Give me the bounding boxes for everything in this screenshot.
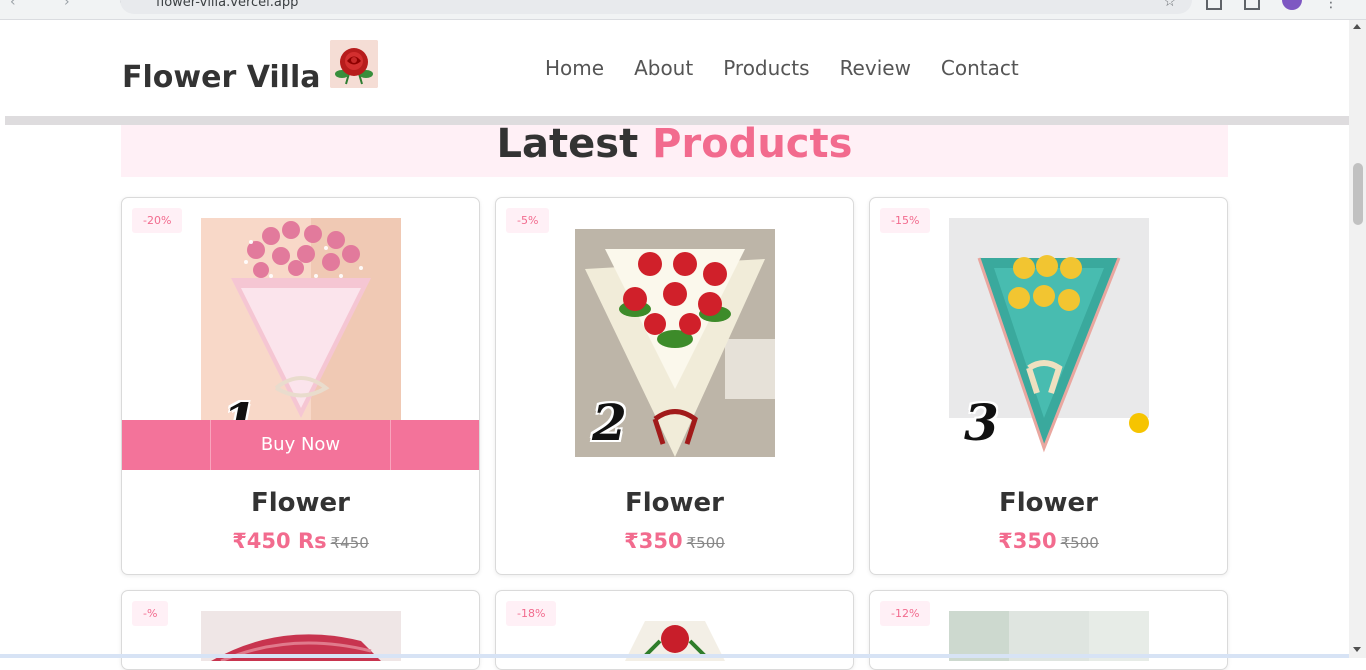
bookmark-star-icon[interactable]: ☆	[1163, 0, 1176, 10]
brand-logo-text[interactable]: Flower Villa	[122, 60, 320, 95]
discount-badge: -5%	[506, 208, 550, 233]
section-title-accent: Products	[652, 121, 853, 167]
current-price: ₹350	[624, 529, 683, 553]
site-header: Flower Villa Home About Products Review …	[5, 20, 1349, 116]
address-url[interactable]: flower-villa.vercel.app	[156, 0, 298, 10]
quick-view-slot[interactable]	[390, 420, 479, 470]
product-title: Flower	[998, 488, 1098, 518]
product-title: Flower	[250, 488, 350, 518]
rose-logo-icon	[330, 40, 378, 88]
product-title: Flower	[624, 488, 724, 518]
downloads-icon[interactable]	[1206, 0, 1222, 10]
section-heading-band: Latest Products	[121, 121, 1228, 177]
scroll-down-arrow-icon[interactable]	[1353, 647, 1361, 652]
current-price: ₹350	[998, 529, 1057, 553]
product-card[interactable]: -%	[121, 590, 480, 670]
buy-bar: Buy Now	[122, 420, 479, 470]
discount-badge: -18%	[506, 601, 557, 626]
number-badge: 3	[964, 393, 999, 452]
tab-search-icon[interactable]	[1244, 0, 1260, 10]
nav-products[interactable]: Products	[723, 56, 809, 80]
product-card[interactable]: -20% 1 Buy Now Flower ₹450 Rs₹450	[121, 197, 480, 575]
page-scrollbar[interactable]	[1349, 20, 1366, 658]
number-badge: 2	[592, 393, 627, 452]
product-card[interactable]: -18%	[495, 590, 854, 670]
current-price: ₹450 Rs	[232, 529, 327, 553]
discount-badge: -20%	[132, 208, 183, 233]
section-title-main: Latest	[496, 121, 639, 167]
nav-home[interactable]: Home	[545, 56, 604, 80]
browser-menu-icon[interactable]: ⋮	[1324, 0, 1338, 11]
old-price: ₹500	[1060, 534, 1099, 552]
product-card[interactable]: -15% 3 Flower ₹350 ₹500	[869, 197, 1228, 575]
nav-about[interactable]: About	[634, 56, 693, 80]
discount-badge: -15%	[880, 208, 931, 233]
buy-now-button[interactable]: Buy Now	[211, 420, 390, 470]
scroll-up-arrow-icon[interactable]	[1353, 24, 1361, 29]
address-bar[interactable]: flower-villa.vercel.app ☆	[120, 0, 1192, 14]
profile-avatar-icon[interactable]	[1282, 0, 1302, 10]
product-price: ₹350 ₹500	[496, 529, 853, 553]
old-price: ₹500	[686, 534, 725, 552]
section-title: Latest Products	[121, 121, 1228, 167]
nav-review[interactable]: Review	[840, 56, 911, 80]
scrollbar-thumb[interactable]	[1353, 163, 1363, 225]
nav-contact[interactable]: Contact	[941, 56, 1019, 80]
wishlist-slot[interactable]	[122, 420, 211, 470]
old-price: ₹450	[330, 534, 369, 552]
discount-badge: -%	[132, 601, 169, 626]
product-card[interactable]: -5% 2 Flower ₹350 ₹500	[495, 197, 854, 575]
discount-badge: -12%	[880, 601, 931, 626]
product-price: ₹350 ₹500	[870, 529, 1227, 553]
pink-rose-bouquet-image[interactable]	[201, 218, 401, 420]
product-price: ₹450 Rs ₹450	[122, 529, 479, 553]
browser-toolbar: ‹ › ↻ flower-villa.vercel.app ☆ ⋮	[0, 0, 1366, 20]
product-card[interactable]: -12%	[869, 590, 1228, 670]
bottom-edge	[0, 654, 1349, 658]
main-nav: Home About Products Review Contact	[545, 56, 1019, 80]
